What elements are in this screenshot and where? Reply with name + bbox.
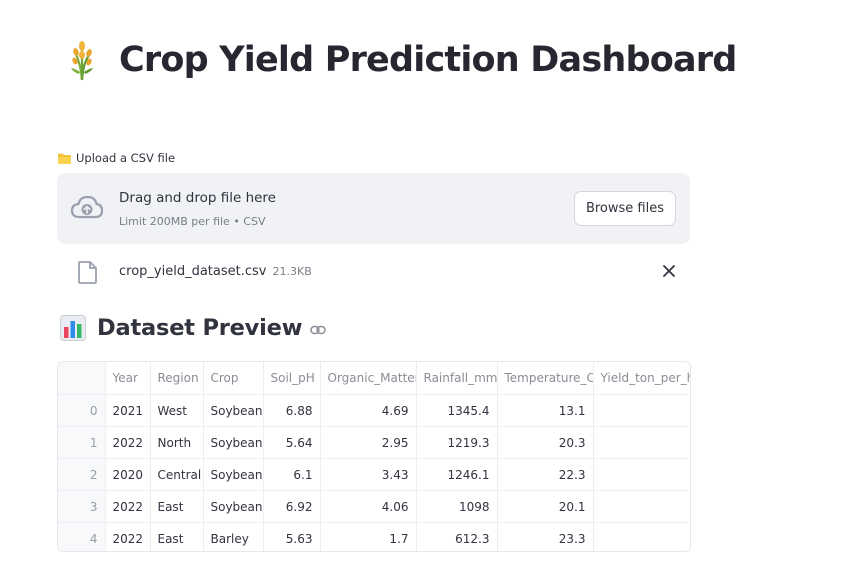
table-cell[interactable]: 6.88 — [263, 394, 321, 427]
table-cell[interactable]: 5.64 — [263, 426, 321, 459]
anchor-link-icon[interactable] — [310, 325, 327, 335]
table-cell[interactable]: 2.95 — [320, 426, 417, 459]
row-index: 0 — [58, 394, 106, 427]
table-cell[interactable]: 2022 — [105, 426, 151, 459]
section-title: Dataset Preview — [97, 315, 303, 341]
file-size: 21.3KB — [272, 265, 312, 278]
column-header[interactable]: Soil_pH — [263, 362, 321, 395]
table-cell[interactable]: East — [150, 490, 204, 523]
column-header[interactable]: Rainfall_mm — [416, 362, 498, 395]
table-cell[interactable]: 4.69 — [320, 394, 417, 427]
file-name-wrap: crop_yield_dataset.csv 21.3KB — [119, 264, 312, 279]
page-title: Crop Yield Prediction Dashboard — [119, 40, 737, 80]
table-cell[interactable] — [593, 490, 690, 523]
uploaded-file-item: crop_yield_dataset.csv 21.3KB — [78, 260, 676, 286]
table-row: 2 2020 Central Soybean 6.1 3.43 1246.1 22.3 — [58, 458, 690, 491]
folder-icon — [58, 153, 71, 164]
column-header[interactable]: Crop — [203, 362, 264, 395]
table-cell[interactable] — [593, 458, 690, 491]
table-cell[interactable]: 13.1 — [497, 394, 594, 427]
upload-label: Upload a CSV file — [58, 151, 175, 165]
table-cell[interactable]: 5.63 — [263, 522, 321, 551]
column-header[interactable]: Year — [105, 362, 151, 395]
dropzone-instruction: Drag and drop file here — [119, 190, 276, 206]
sheaf-of-rice-icon — [71, 41, 93, 81]
table-cell[interactable]: 2021 — [105, 394, 151, 427]
table-cell[interactable]: Central — [150, 458, 204, 491]
table-cell[interactable] — [593, 394, 690, 427]
table-cell[interactable]: 2020 — [105, 458, 151, 491]
table-row: 4 2022 East Barley 5.63 1.7 612.3 23.3 — [58, 522, 690, 551]
file-dropzone[interactable]: Drag and drop file here Limit 200MB per … — [57, 173, 690, 244]
table-cell[interactable]: 22.3 — [497, 458, 594, 491]
row-index: 2 — [58, 458, 106, 491]
table-cell[interactable]: Soybean — [203, 458, 264, 491]
table-cell[interactable]: 1246.1 — [416, 458, 498, 491]
row-index: 1 — [58, 426, 106, 459]
table-cell[interactable]: 3.43 — [320, 458, 417, 491]
remove-file-icon[interactable] — [662, 264, 676, 278]
table-cell[interactable]: 6.92 — [263, 490, 321, 523]
table-cell[interactable]: Soybean — [203, 426, 264, 459]
table-cell[interactable]: 1345.4 — [416, 394, 498, 427]
table-cell[interactable]: 20.1 — [497, 490, 594, 523]
table-header-row: Year Region Crop Soil_pH Organic_Matter Rainf… — [58, 362, 690, 395]
table-cell[interactable]: Soybean — [203, 490, 264, 523]
table-cell[interactable]: 1098 — [416, 490, 498, 523]
table-cell[interactable]: Barley — [203, 522, 264, 551]
bar-chart-icon — [60, 315, 86, 341]
column-header[interactable]: Temperature_C — [497, 362, 594, 395]
table-cell[interactable]: 4.06 — [320, 490, 417, 523]
table-cell[interactable]: 2022 — [105, 490, 151, 523]
table-row: 1 2022 North Soybean 5.64 2.95 1219.3 20.3 — [58, 426, 690, 459]
table-cell[interactable]: 2022 — [105, 522, 151, 551]
dataset-preview-header: Dataset Preview — [60, 315, 327, 341]
table-cell[interactable]: West — [150, 394, 204, 427]
file-icon — [78, 261, 97, 284]
table-cell[interactable] — [593, 426, 690, 459]
index-header — [58, 362, 106, 395]
table-row: 0 2021 West Soybean 6.88 4.69 1345.4 13.1 — [58, 394, 690, 427]
browse-files-button[interactable]: Browse files — [573, 191, 676, 226]
upload-label-text: Upload a CSV file — [76, 151, 176, 165]
table-cell[interactable] — [593, 522, 690, 551]
cloud-upload-icon — [70, 195, 104, 219]
column-header[interactable]: Region — [150, 362, 204, 395]
column-header[interactable]: Yield_ton_per_he — [593, 362, 690, 395]
row-index: 3 — [58, 490, 106, 523]
data-table: Year Region Crop Soil_pH Organic_Matter Rainf… — [58, 362, 690, 551]
table-cell[interactable]: 23.3 — [497, 522, 594, 551]
dropzone-limit: Limit 200MB per file • CSV — [119, 215, 266, 228]
row-index: 4 — [58, 522, 106, 551]
table-cell[interactable]: 1219.3 — [416, 426, 498, 459]
table-cell[interactable]: 612.3 — [416, 522, 498, 551]
table-row: 3 2022 East Soybean 6.92 4.06 1098 20.1 — [58, 490, 690, 523]
dataframe-preview[interactable]: Year Region Crop Soil_pH Organic_Matter Rainf… — [57, 361, 691, 552]
page-header: Crop Yield Prediction Dashboard — [67, 38, 737, 82]
table-cell[interactable]: Soybean — [203, 394, 264, 427]
table-cell[interactable]: North — [150, 426, 204, 459]
table-cell[interactable]: East — [150, 522, 204, 551]
file-name: crop_yield_dataset.csv — [119, 264, 267, 279]
table-cell[interactable]: 6.1 — [263, 458, 321, 491]
column-header[interactable]: Organic_Matter — [320, 362, 417, 395]
table-cell[interactable]: 1.7 — [320, 522, 417, 551]
table-cell[interactable]: 20.3 — [497, 426, 594, 459]
